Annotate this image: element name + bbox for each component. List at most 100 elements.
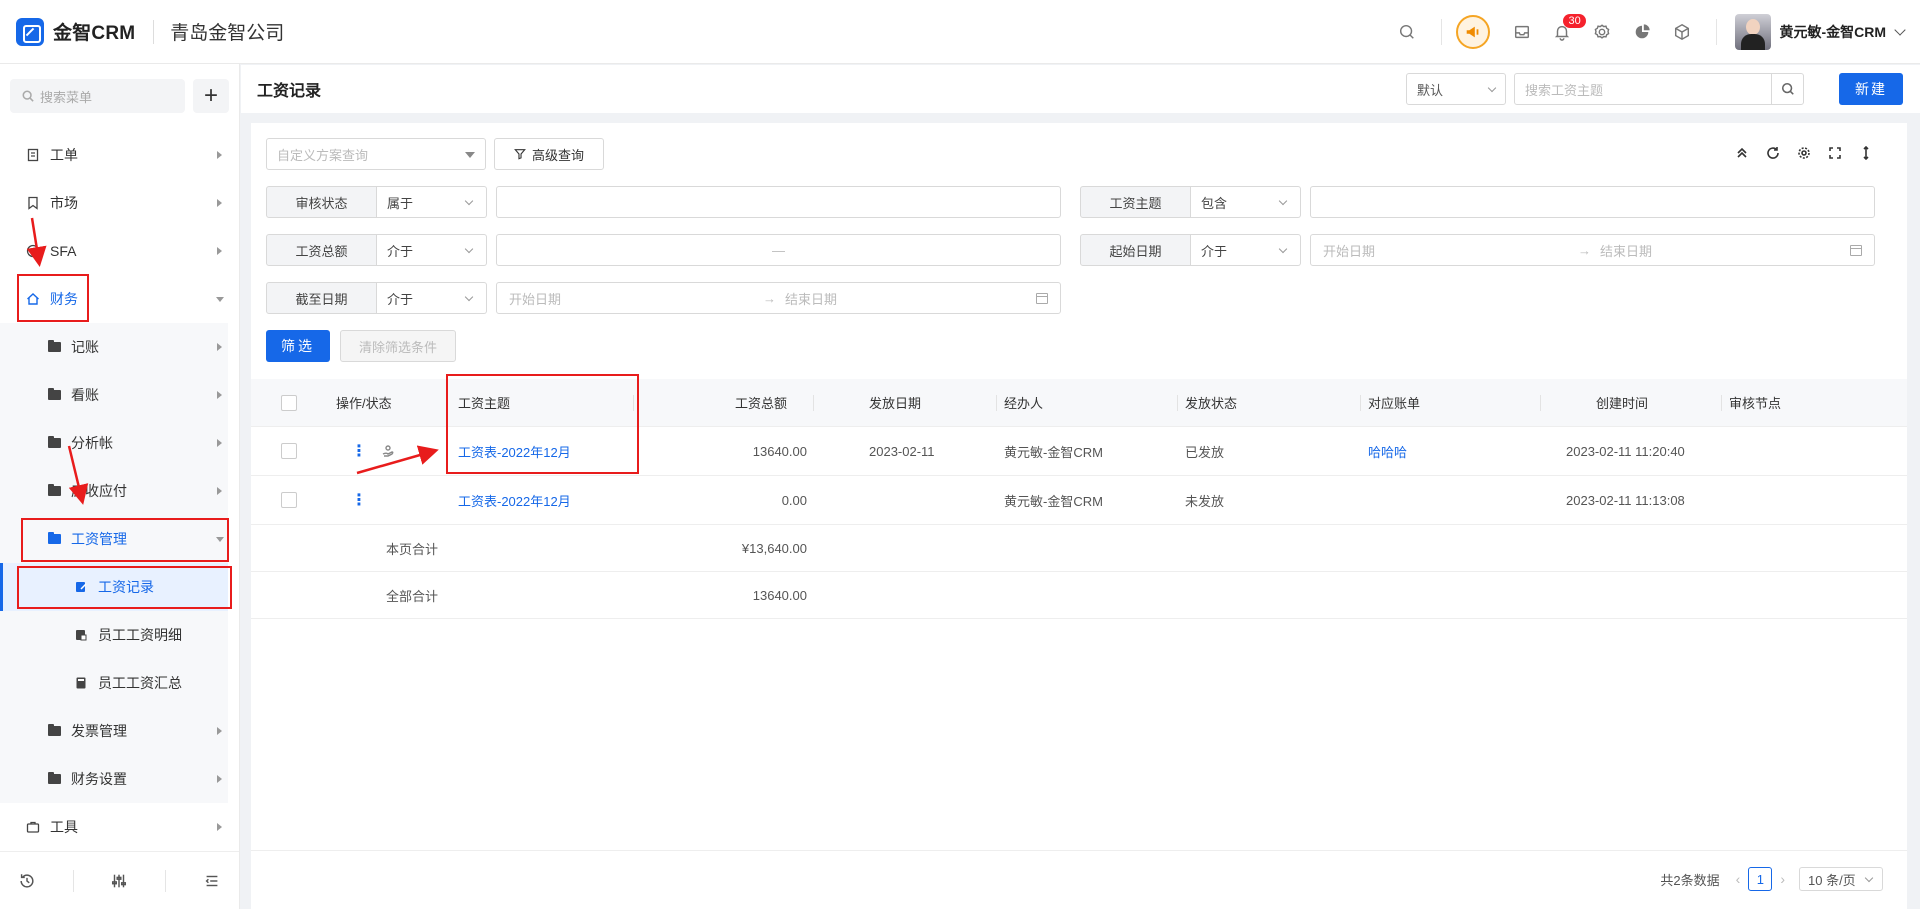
clear-filter-button[interactable]: 清除筛选条件 (340, 330, 456, 362)
advanced-query-button[interactable]: 高级查询 (494, 138, 604, 170)
page-size-value: 10 条/页 (1808, 872, 1856, 888)
page-1-button[interactable]: 1 (1748, 867, 1773, 891)
sidebar-item-label: 工单 (50, 147, 78, 163)
caret-down-icon (465, 152, 475, 158)
salary-subject-link[interactable]: 工资表-2022年12月 (458, 476, 571, 524)
bill-link[interactable]: 哈哈哈 (1368, 427, 1407, 475)
col-handler[interactable]: 经办人 (1004, 379, 1043, 426)
col-bill[interactable]: 对应账单 (1368, 379, 1420, 426)
audit-status-operator[interactable]: 属于 (377, 186, 487, 218)
search-button[interactable] (1771, 74, 1803, 104)
company-name: 青岛金智公司 (170, 23, 285, 44)
sidebar-item-invoice[interactable]: 发票管理 (0, 707, 228, 755)
salary-subject-operator[interactable]: 包含 (1191, 186, 1301, 218)
user-name[interactable]: 黄元敏-金智CRM (1779, 22, 1886, 42)
salary-search-input[interactable]: 搜索工资主题 (1514, 73, 1804, 105)
col-audit-node[interactable]: 审核节点 (1729, 379, 1781, 426)
sidebar-footer (0, 851, 239, 909)
chevron-right-icon (217, 727, 222, 735)
collapse-up-icon[interactable] (1726, 143, 1757, 163)
row-checkbox[interactable] (281, 476, 297, 524)
refresh-icon[interactable] (1757, 143, 1788, 163)
page-title: 工资记录 (257, 83, 322, 100)
avatar[interactable] (1735, 13, 1772, 50)
bell-icon[interactable]: 30 (1542, 12, 1586, 52)
column-height-icon[interactable] (1850, 143, 1881, 163)
sidebar-item-tools[interactable]: 工具 (0, 803, 228, 851)
app-logo[interactable]: 金智CRM (16, 17, 136, 46)
start-date-range-input[interactable]: 开始日期 → 结束日期 (1310, 234, 1875, 266)
sidebar-item-employee-salary-summary[interactable]: 员工工资汇总 (0, 659, 228, 707)
chevron-down-icon[interactable] (1894, 23, 1906, 36)
scheme-select[interactable]: 自定义方案查询 (266, 138, 486, 170)
row-actions: ⋮ (351, 476, 367, 524)
menu-search-input[interactable]: 搜索菜单 (10, 79, 185, 113)
table-row[interactable]: ⋮ 工资表-2022年12月 0.00 黄元敏-金智CRM 未发放 2023-0… (251, 476, 1907, 525)
prev-page-icon[interactable]: ‹ (1736, 871, 1741, 887)
sidebar-item-receivables[interactable]: 应收应付 (0, 467, 228, 515)
page-size-select[interactable]: 10 条/页 (1799, 867, 1883, 891)
sidebar-item-market[interactable]: 市场 (0, 179, 228, 227)
sidebar-item-sfa[interactable]: SFA (0, 227, 228, 275)
history-icon[interactable] (18, 872, 36, 890)
pie-chart-icon[interactable] (1622, 12, 1662, 52)
col-operation: 操作/状态 (336, 396, 392, 411)
view-select[interactable]: 默认 (1406, 73, 1506, 105)
range-start-placeholder: 开始日期 (509, 291, 562, 307)
fullscreen-icon[interactable] (1819, 143, 1850, 163)
menu-search-placeholder: 搜索菜单 (40, 89, 93, 105)
end-date-operator[interactable]: 介于 (377, 282, 487, 314)
audit-status-input[interactable] (496, 186, 1061, 218)
operator-value: 介于 (1201, 243, 1228, 259)
salary-subject-input[interactable] (1310, 186, 1875, 218)
sidebar-item-finance-settings[interactable]: 财务设置 (0, 755, 228, 803)
operator-value: 介于 (387, 243, 414, 259)
inbox-icon[interactable] (1502, 12, 1542, 52)
sidebar-item-analysis[interactable]: 分析帐 (0, 419, 228, 467)
chevron-down-icon (1278, 196, 1288, 206)
sidebar-item-employee-salary-detail[interactable]: 员工工资明细 (0, 611, 228, 659)
salary-total: 0.00 (781, 492, 807, 508)
chevron-right-icon (217, 775, 222, 783)
global-search-icon[interactable] (1387, 12, 1427, 52)
col-created[interactable]: 创建时间 (1596, 379, 1648, 426)
filter-button[interactable]: 筛选 (266, 330, 330, 362)
start-date-operator[interactable]: 介于 (1191, 234, 1301, 266)
gear-icon[interactable] (1582, 12, 1622, 52)
select-all-checkbox[interactable] (281, 379, 297, 426)
more-actions-icon[interactable]: ⋮ (351, 441, 367, 461)
end-date-label: 截至日期 (266, 282, 377, 314)
annotation-box (17, 274, 89, 322)
page-total-row: 本页合计 ¥13,640.00 (251, 525, 1907, 572)
salary-total-operator[interactable]: 介于 (377, 234, 487, 266)
sidebar-item-work-order[interactable]: 工单 (0, 131, 228, 179)
salary-total-range-input[interactable]: — (496, 234, 1061, 266)
col-status[interactable]: 发放状态 (1185, 379, 1237, 426)
handler: 黄元敏-金智CRM (1004, 493, 1103, 509)
add-menu-button[interactable]: + (193, 79, 229, 113)
chevron-right-icon (217, 391, 222, 399)
sidebar-item-view-accounts[interactable]: 看账 (0, 371, 228, 419)
sidebar-item-bookkeeping[interactable]: 记账 (0, 323, 228, 371)
page-total-value: ¥13,640.00 (741, 540, 807, 556)
logo-text: 金智CRM (53, 23, 136, 44)
end-date-range-input[interactable]: 开始日期 → 结束日期 (496, 282, 1061, 314)
chevron-right-icon (217, 343, 222, 351)
collapse-menu-icon[interactable] (203, 872, 221, 890)
col-pay-date[interactable]: 发放日期 (869, 379, 921, 426)
more-actions-icon[interactable]: ⋮ (351, 490, 367, 510)
row-checkbox[interactable] (281, 427, 297, 475)
sliders-icon[interactable] (110, 872, 128, 890)
col-total[interactable]: 工资总额 (735, 379, 787, 426)
created-time: 2023-02-11 11:20:40 (1566, 443, 1685, 459)
cube-icon[interactable] (1662, 12, 1702, 52)
row-actions: ⋮ (351, 427, 395, 475)
sidebar-item-label: 看账 (71, 387, 99, 403)
advanced-query-label: 高级查询 (531, 147, 584, 163)
new-button[interactable]: 新建 (1839, 73, 1903, 105)
settings-icon[interactable] (1788, 143, 1819, 163)
next-page-icon[interactable]: › (1780, 871, 1785, 887)
folder-icon (48, 724, 61, 736)
announcement-icon[interactable] (1456, 14, 1491, 49)
pagination-summary: 共2条数据 (1660, 872, 1720, 888)
